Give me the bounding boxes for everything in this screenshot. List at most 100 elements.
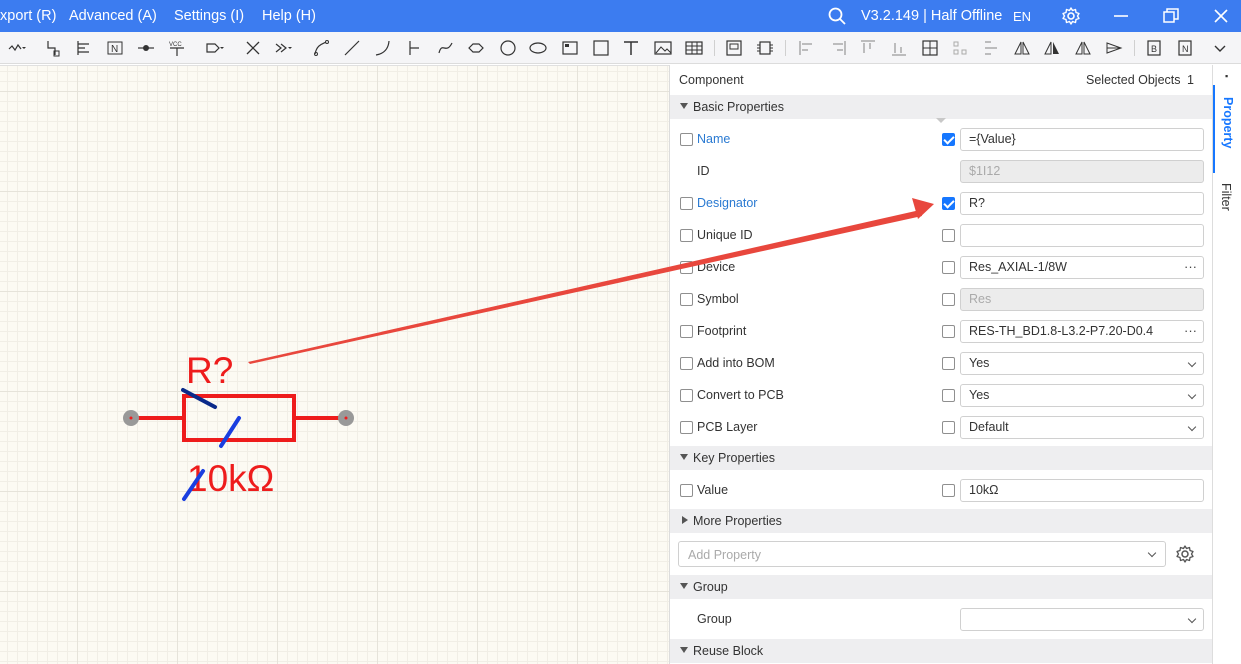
pin-icon[interactable] [404, 39, 422, 57]
name-visible-checkbox[interactable] [942, 133, 955, 146]
section-reuse-block[interactable]: Reuse Block [670, 639, 1213, 663]
vcc-icon[interactable]: VCC [168, 39, 186, 57]
convert-pcb-row-checkbox[interactable] [680, 389, 693, 402]
device-field[interactable]: Res_AXIAL-1/8W ··· [960, 256, 1204, 279]
language-button[interactable]: EN [1013, 9, 1031, 24]
chevron-down-icon [680, 583, 688, 589]
arc-icon[interactable] [374, 39, 392, 57]
section-group[interactable]: Group [670, 575, 1213, 599]
footprint-visible-checkbox[interactable] [942, 325, 955, 338]
align-bottom-icon[interactable] [890, 39, 908, 57]
group-select[interactable] [960, 608, 1204, 631]
junction-icon[interactable] [137, 39, 155, 57]
menu-advanced[interactable]: Advanced (A) [69, 8, 157, 24]
unique-id-row-checkbox[interactable] [680, 229, 693, 242]
tab-property[interactable]: Property [1213, 85, 1241, 173]
name-label[interactable]: Name [697, 132, 730, 146]
close-icon[interactable] [1211, 6, 1231, 26]
convert-pcb-select[interactable]: Yes [960, 384, 1204, 407]
rotate-icon[interactable] [1105, 39, 1123, 57]
symbol-visible-checkbox[interactable] [942, 293, 955, 306]
distribute-v-icon[interactable] [982, 39, 1000, 57]
restore-icon[interactable] [1161, 6, 1181, 26]
chevron-down-icon [1147, 548, 1157, 558]
section-more-properties[interactable]: More Properties [670, 509, 1213, 533]
rectangle-icon[interactable] [592, 39, 610, 57]
polygon-icon[interactable] [467, 39, 485, 57]
probe-icon[interactable] [275, 39, 293, 57]
footprint-row-checkbox[interactable] [680, 325, 693, 338]
component-icon[interactable] [725, 39, 743, 57]
net-flag-icon[interactable] [206, 39, 224, 57]
name-field[interactable]: ={Value} [960, 128, 1204, 151]
footprint-field[interactable]: RES-TH_BD1.8-L3.2-P7.20-D0.4 ··· [960, 320, 1204, 343]
chevron-down-icon[interactable] [1211, 39, 1229, 57]
pin-icon[interactable]: ▪ [1225, 71, 1228, 81]
picture-icon[interactable] [654, 39, 672, 57]
row-group: Group [670, 603, 1213, 635]
value-row-checkbox[interactable] [680, 484, 693, 497]
more-options-icon[interactable]: ··· [1184, 257, 1197, 277]
pcb-layer-visible-checkbox[interactable] [942, 421, 955, 434]
schematic-canvas[interactable] [0, 65, 669, 664]
wire-dropdown-icon[interactable] [8, 39, 26, 57]
more-options-icon[interactable]: ··· [1184, 321, 1197, 341]
menu-export[interactable]: xport (R) [0, 8, 56, 24]
symbol-row-checkbox[interactable] [680, 293, 693, 306]
device-visible-checkbox[interactable] [942, 261, 955, 274]
mirror-icon[interactable] [1043, 39, 1061, 57]
net-label-icon[interactable]: N [106, 39, 124, 57]
net-port-icon[interactable] [45, 39, 63, 57]
align-top-icon[interactable] [859, 39, 877, 57]
text-icon[interactable] [622, 39, 640, 57]
tab-filter[interactable]: Filter [1213, 175, 1241, 225]
pcb-layer-select[interactable]: Default [960, 416, 1204, 439]
image-frame-icon[interactable] [561, 39, 579, 57]
name-row-checkbox[interactable] [680, 133, 693, 146]
value-field[interactable]: 10kΩ [960, 479, 1204, 502]
unique-id-visible-checkbox[interactable] [942, 229, 955, 242]
no-connect-icon[interactable] [244, 39, 262, 57]
menu-help[interactable]: Help (H) [262, 8, 316, 24]
gear-icon[interactable] [1061, 6, 1081, 26]
gear-icon[interactable] [1175, 544, 1195, 564]
add-bom-select[interactable]: Yes [960, 352, 1204, 375]
line-icon[interactable] [343, 39, 361, 57]
convert-pcb-visible-checkbox[interactable] [942, 389, 955, 402]
pen-icon[interactable] [313, 39, 331, 57]
value-visible-checkbox[interactable] [942, 484, 955, 497]
netlist-icon[interactable]: N [1177, 39, 1195, 57]
flip-icon[interactable] [1013, 39, 1031, 57]
chip-icon[interactable] [756, 39, 774, 57]
designator-label[interactable]: Designator [697, 196, 757, 210]
search-icon[interactable] [827, 6, 847, 26]
bring-front-icon[interactable]: B [1146, 39, 1164, 57]
table-icon[interactable] [685, 39, 703, 57]
pcb-layer-row-checkbox[interactable] [680, 421, 693, 434]
align-left-icon[interactable] [798, 39, 816, 57]
bus-entry-icon[interactable] [75, 39, 93, 57]
footprint-label: Footprint [697, 324, 747, 338]
ellipse-icon[interactable] [529, 39, 547, 57]
align-right-icon[interactable] [829, 39, 847, 57]
add-bom-row-checkbox[interactable] [680, 357, 693, 370]
designator-row-checkbox[interactable] [680, 197, 693, 210]
menu-settings[interactable]: Settings (I) [174, 8, 244, 24]
designator-field[interactable]: R? [960, 192, 1204, 215]
circle-icon[interactable] [499, 39, 517, 57]
minimize-icon[interactable] [1111, 6, 1131, 26]
section-key-properties[interactable]: Key Properties [670, 446, 1213, 470]
symbol-field: Res [960, 288, 1204, 311]
id-field: $1I12 [960, 160, 1204, 183]
bezier-icon[interactable] [437, 39, 455, 57]
mirror-h-icon[interactable] [1074, 39, 1092, 57]
unique-id-field[interactable] [960, 224, 1204, 247]
designator-visible-checkbox[interactable] [942, 197, 955, 210]
add-bom-visible-checkbox[interactable] [942, 357, 955, 370]
row-designator: Designator R? [670, 187, 1213, 219]
section-basic-properties[interactable]: Basic Properties [670, 95, 1213, 119]
add-property-select[interactable]: Add Property [678, 541, 1166, 567]
distribute-h-icon[interactable] [951, 39, 969, 57]
device-row-checkbox[interactable] [680, 261, 693, 274]
grid-align-icon[interactable] [921, 39, 939, 57]
